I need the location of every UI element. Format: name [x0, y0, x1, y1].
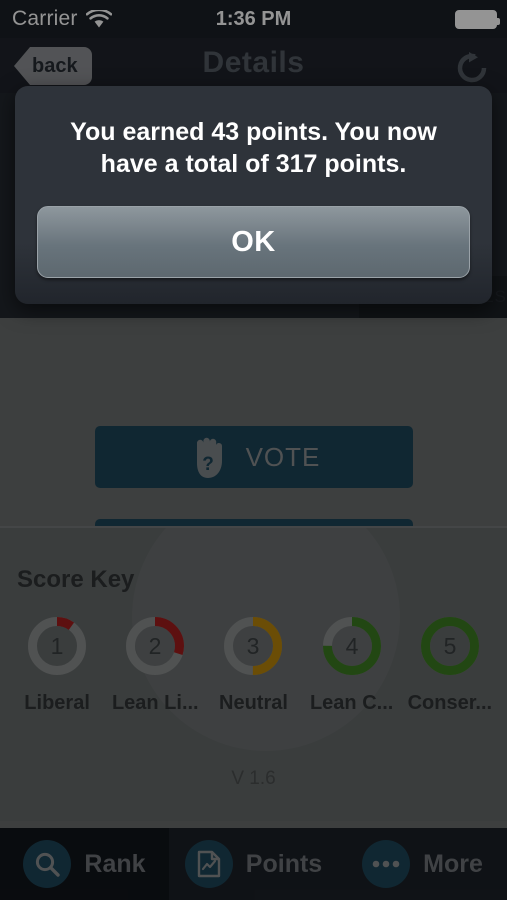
app-screen: Carrier 1:36 PM Details back Chi	[0, 0, 507, 900]
dialog-ok-button[interactable]: OK	[37, 206, 470, 278]
points-alert-dialog: You earned 43 points. You now have a tot…	[15, 86, 492, 304]
dialog-message: You earned 43 points. You now have a tot…	[70, 118, 437, 178]
